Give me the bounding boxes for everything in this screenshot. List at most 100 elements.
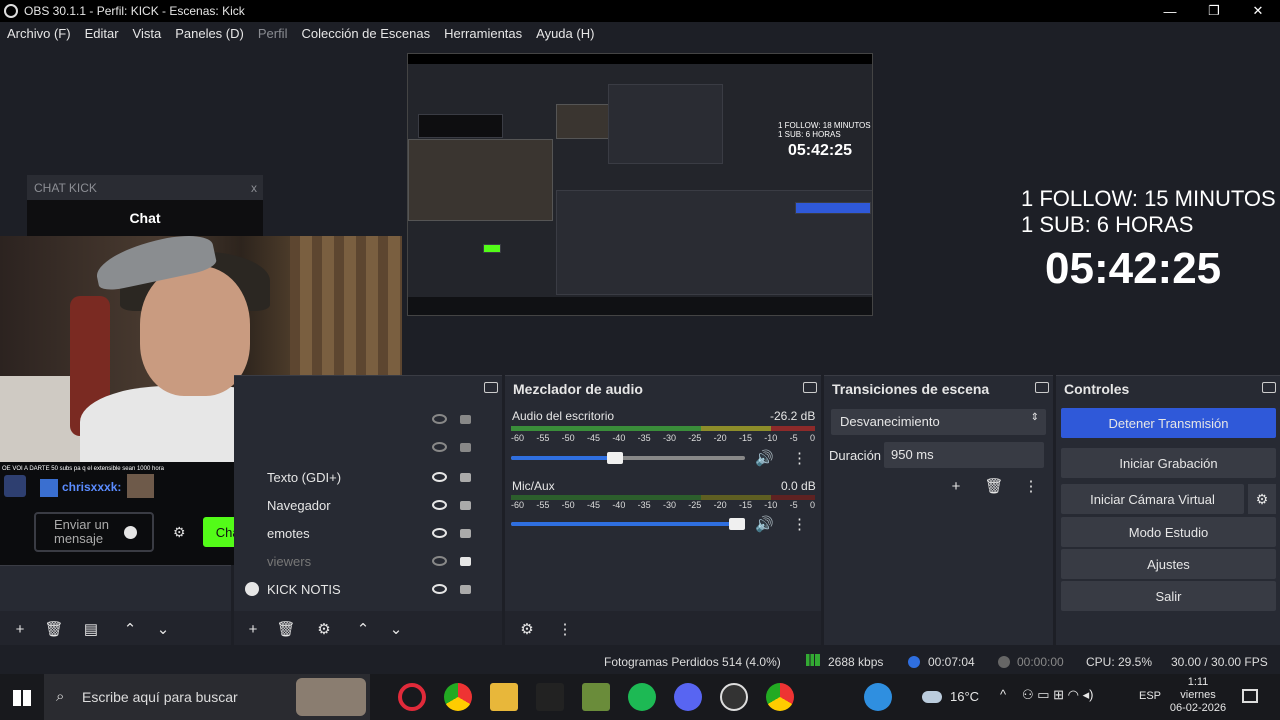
- virtual-camera-button[interactable]: Iniciar Cámara Virtual: [1061, 484, 1244, 514]
- visibility-hidden-icon[interactable]: [432, 556, 447, 566]
- menu-vista[interactable]: Vista: [126, 26, 169, 41]
- visibility-eye-icon[interactable]: [432, 528, 447, 538]
- source-row[interactable]: KICK NOTIS: [234, 576, 502, 602]
- meter-tick: 0: [809, 433, 815, 443]
- move-scene-up-icon[interactable]: ⌃: [120, 619, 140, 639]
- clock[interactable]: 1:11 viernes 06-02-2026: [1168, 676, 1228, 715]
- add-source-icon[interactable]: +: [243, 619, 263, 639]
- visibility-hidden-icon[interactable]: [432, 414, 447, 424]
- source-name: viewers: [267, 553, 312, 569]
- status-bar: Fotogramas Perdidos 514 (4.0%) 2688 kbps…: [0, 650, 1280, 674]
- menu-editar[interactable]: Editar: [78, 26, 126, 41]
- weather-temp[interactable]: 16°C: [950, 689, 979, 704]
- spotify-icon[interactable]: [628, 683, 656, 711]
- source-row[interactable]: Navegador: [234, 492, 502, 518]
- channel-menu-icon[interactable]: ⋮: [792, 515, 807, 533]
- menu-perfil[interactable]: Perfil: [251, 26, 295, 41]
- start-recording-button[interactable]: Iniciar Grabación: [1061, 448, 1276, 478]
- duration-spinbox[interactable]: 950 ms: [884, 442, 1044, 468]
- undock-icon[interactable]: [1262, 382, 1276, 393]
- language-indicator[interactable]: ESP: [1139, 690, 1161, 702]
- scenes-dock: + 🗑 ▤ ⌃ ⌄: [0, 565, 231, 645]
- remove-transition-icon[interactable]: 🗑: [984, 476, 1004, 496]
- transition-select[interactable]: Desvanecimiento ⇕: [831, 409, 1046, 435]
- tray-icons[interactable]: ⚇ ▭ ⊞ ◠ ◂): [1022, 687, 1093, 703]
- notifications-icon[interactable]: [1242, 689, 1258, 703]
- speaker-icon[interactable]: 🔊: [755, 515, 774, 533]
- source-row-hidden-1[interactable]: [234, 406, 502, 432]
- menu-paneles[interactable]: Paneles (D): [168, 26, 251, 41]
- mixer-menu-icon[interactable]: ⋮: [555, 619, 575, 639]
- virtual-camera-settings-icon[interactable]: ⚙: [1248, 484, 1276, 514]
- move-source-up-icon[interactable]: ⌃: [353, 619, 373, 639]
- epic-games-icon[interactable]: [536, 683, 564, 711]
- lock-icon[interactable]: [460, 584, 471, 594]
- windows-start-icon[interactable]: [13, 690, 31, 706]
- channel-menu-icon[interactable]: ⋮: [792, 449, 807, 467]
- chat-kick-close[interactable]: x: [251, 181, 257, 195]
- duration-label: Duración: [829, 448, 882, 463]
- volume-slider[interactable]: [511, 518, 745, 530]
- visibility-eye-icon[interactable]: [432, 472, 447, 482]
- filter-scene-icon[interactable]: ▤: [81, 619, 101, 639]
- visibility-eye-icon[interactable]: [432, 584, 447, 594]
- meter-tick: -10: [764, 433, 778, 443]
- undock-icon[interactable]: [803, 382, 817, 393]
- menu-ayuda[interactable]: Ayuda (H): [529, 26, 601, 41]
- chat-settings-icon[interactable]: ⚙: [173, 524, 186, 541]
- source-row[interactable]: emotes: [234, 520, 502, 546]
- transition-selected: Desvanecimiento: [840, 414, 940, 429]
- add-scene-icon[interactable]: +: [10, 619, 30, 639]
- maximize-button[interactable]: ❐: [1192, 0, 1236, 22]
- menu-coleccion-escenas[interactable]: Colección de Escenas: [294, 26, 437, 41]
- move-source-down-icon[interactable]: ⌄: [386, 619, 406, 639]
- obs-taskbar-icon[interactable]: [720, 683, 748, 711]
- lock-icon[interactable]: [460, 442, 471, 452]
- undock-icon[interactable]: [1035, 382, 1049, 393]
- meter-tick: -35: [637, 433, 651, 443]
- lock-icon[interactable]: [460, 556, 471, 566]
- volume-slider[interactable]: [511, 452, 745, 464]
- studio-mode-button[interactable]: Modo Estudio: [1061, 517, 1276, 547]
- source-row[interactable]: Texto (GDI+): [234, 464, 502, 490]
- menu-archivo[interactable]: Archivo (F): [0, 26, 78, 41]
- settings-button[interactable]: Ajustes: [1061, 549, 1276, 579]
- visibility-hidden-icon[interactable]: [432, 442, 447, 452]
- chrome-alt-icon[interactable]: [766, 683, 794, 711]
- file-explorer-icon[interactable]: [490, 683, 518, 711]
- tray-chevron-icon[interactable]: ^: [1000, 687, 1006, 702]
- opera-icon[interactable]: [398, 683, 426, 711]
- emoji-icon[interactable]: [124, 526, 137, 539]
- channel-name: Mic/Aux: [512, 479, 555, 493]
- exit-button[interactable]: Salir: [1061, 581, 1276, 611]
- lock-icon[interactable]: [460, 528, 471, 538]
- source-properties-icon[interactable]: ⚙: [314, 619, 334, 639]
- help-icon[interactable]: [864, 683, 892, 711]
- visibility-eye-icon[interactable]: [432, 500, 447, 510]
- lock-icon[interactable]: [460, 472, 471, 482]
- close-button[interactable]: ✕: [1236, 0, 1280, 22]
- discord-icon[interactable]: [674, 683, 702, 711]
- stop-stream-button[interactable]: Detener Transmisión: [1061, 408, 1276, 438]
- source-name: emotes: [267, 525, 310, 541]
- remove-scene-icon[interactable]: 🗑: [44, 619, 64, 639]
- minecraft-icon[interactable]: [582, 683, 610, 711]
- meter-tick: -45: [586, 500, 600, 510]
- meter-tick: -15: [738, 433, 752, 443]
- menu-herramientas[interactable]: Herramientas: [437, 26, 529, 41]
- source-row-hidden-2[interactable]: [234, 434, 502, 460]
- meter-tick: -50: [561, 433, 575, 443]
- transition-menu-icon[interactable]: ⋮: [1021, 476, 1041, 496]
- add-transition-icon[interactable]: +: [946, 476, 966, 496]
- advanced-audio-icon[interactable]: ⚙: [517, 619, 537, 639]
- lock-icon[interactable]: [460, 414, 471, 424]
- lock-icon[interactable]: [460, 500, 471, 510]
- source-row[interactable]: viewers: [234, 548, 502, 574]
- meter-tick: -60: [511, 433, 525, 443]
- move-scene-down-icon[interactable]: ⌄: [153, 619, 173, 639]
- chrome-icon[interactable]: [444, 683, 472, 711]
- remove-source-icon[interactable]: 🗑: [276, 619, 296, 639]
- minimize-button[interactable]: —: [1148, 0, 1192, 22]
- speaker-icon[interactable]: 🔊: [755, 449, 774, 467]
- undock-icon[interactable]: [484, 382, 498, 393]
